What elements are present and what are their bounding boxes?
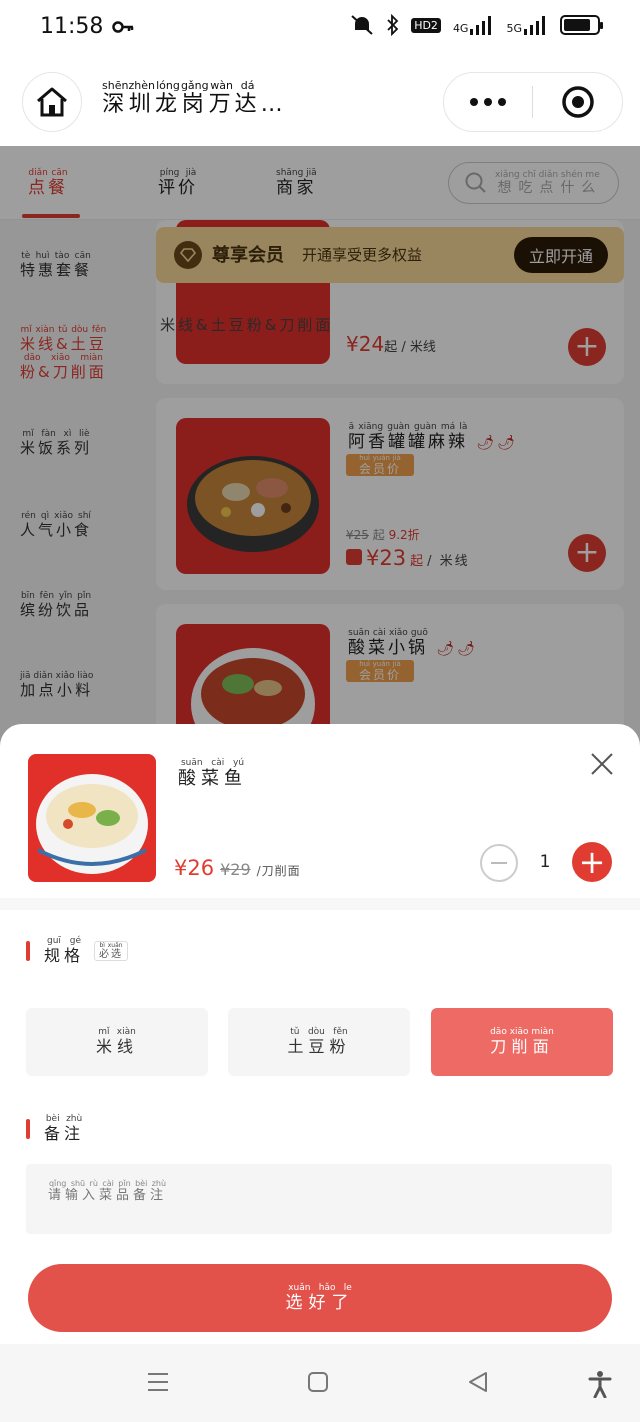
network-label-2: 5G xyxy=(506,22,522,35)
miniapp-capsule xyxy=(443,72,623,132)
sheet-product-image xyxy=(28,754,156,882)
key-icon xyxy=(112,21,134,33)
store-char: 达dá xyxy=(234,79,261,117)
target-icon xyxy=(561,86,594,118)
store-char: 岗gǎng xyxy=(180,79,209,117)
battery-icon xyxy=(560,15,603,35)
network-label-1: 4G xyxy=(452,22,469,35)
menu-icon[interactable] xyxy=(146,1370,170,1394)
spec-section-label: 规格guī gé 必选bì xuǎn xyxy=(26,936,129,966)
home-icon xyxy=(37,87,67,117)
store-char: 圳zhèn xyxy=(128,79,155,117)
sheet-price: ¥26 xyxy=(174,856,215,880)
status-icons: HD2 4G 5G xyxy=(349,14,603,36)
signal-5g: 5G xyxy=(506,15,548,35)
store-char: 深shēn xyxy=(102,79,129,117)
store-title: 深shēn圳zhèn龙lóng岗gǎng万wàn达dá… xyxy=(102,79,287,118)
spec-option-rice-noodle[interactable]: 米线mǐ xiàn xyxy=(26,1008,208,1076)
status-time: 11:58 xyxy=(40,14,104,39)
title-bar: 深shēn圳zhèn龙lóng岗gǎng万wàn达dá… xyxy=(0,56,640,146)
signal-4g: 4G xyxy=(453,15,495,35)
sheet-unit: /刀削面 xyxy=(256,864,301,878)
section-divider xyxy=(0,898,640,910)
title-ellipsis: … xyxy=(260,92,287,117)
increase-quantity-button[interactable]: + xyxy=(572,842,612,882)
sheet-original-price: ¥29 xyxy=(220,860,251,879)
home-square-icon[interactable] xyxy=(306,1370,330,1394)
spec-option-potato-noodle[interactable]: 土豆粉tǔ dòu fěn xyxy=(228,1008,410,1076)
home-button[interactable] xyxy=(22,72,82,132)
mute-icon xyxy=(351,15,373,35)
back-icon[interactable] xyxy=(466,1370,490,1394)
bluetooth-icon xyxy=(387,14,399,36)
system-nav-bar xyxy=(0,1344,640,1422)
more-menu-button[interactable] xyxy=(444,98,532,106)
hd-badge: HD2 xyxy=(411,17,441,33)
store-char: 万wàn xyxy=(208,79,235,117)
decrease-quantity-button[interactable] xyxy=(480,844,518,882)
sheet-price-row: ¥26 ¥29 /刀削面 xyxy=(174,856,301,880)
confirm-button[interactable]: 选好了xuǎn hǎo le xyxy=(28,1264,612,1332)
accessibility-icon[interactable] xyxy=(588,1370,612,1398)
required-badge: 必选bì xuǎn xyxy=(94,941,129,961)
store-char: 龙lóng xyxy=(154,79,181,117)
close-icon[interactable] xyxy=(588,750,616,778)
note-input[interactable]: 请输入菜品备注qǐng shū rù cài pǐn bèi zhù xyxy=(26,1164,612,1234)
section-marker xyxy=(26,1119,30,1139)
signal-icon xyxy=(470,16,492,35)
section-marker xyxy=(26,941,30,961)
spec-option-knife-cut-noodle[interactable]: 刀削面dāo xiāo miàn xyxy=(431,1008,613,1076)
signal-icon-2 xyxy=(524,16,545,35)
status-bar: 11:58 HD2 4G 5G xyxy=(0,0,640,56)
sheet-product-name: 酸菜鱼suān cài yú xyxy=(178,758,247,789)
note-section-label: 备注bèi zhù xyxy=(26,1114,84,1144)
spec-sheet: 酸菜鱼suān cài yú ¥26 ¥29 /刀削面 1 + 规格guī gé… xyxy=(0,724,640,1344)
close-miniapp-button[interactable] xyxy=(533,85,622,119)
quantity-value: 1 xyxy=(539,852,551,872)
